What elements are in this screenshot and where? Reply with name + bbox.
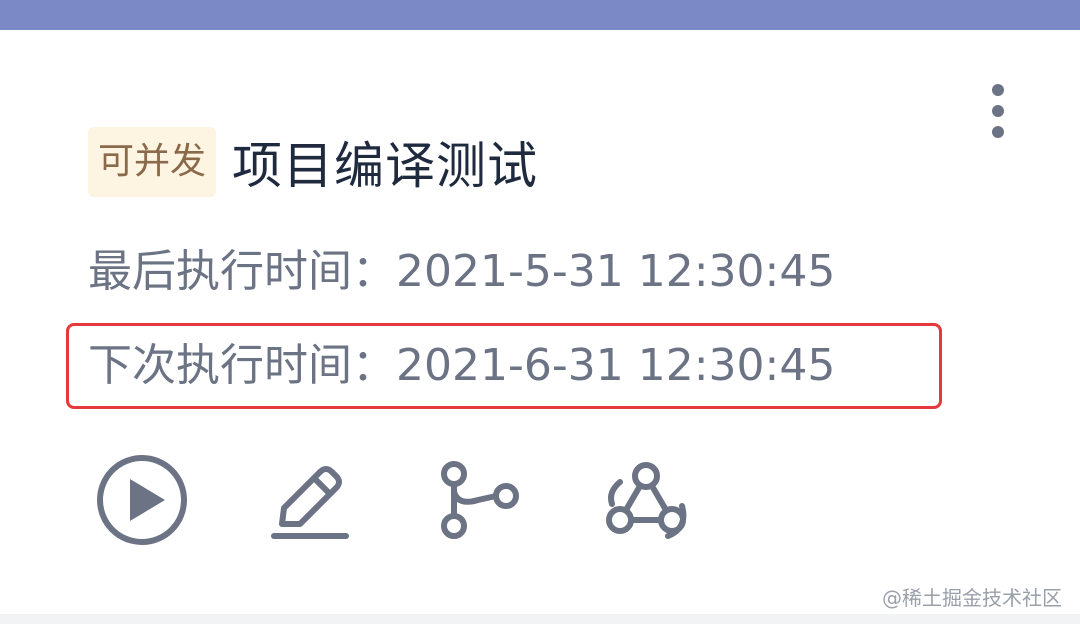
branch-button[interactable] (428, 452, 524, 548)
last-run-label: 最后执行时间： (88, 246, 396, 297)
task-card: 可并发 项目编译测试 最后执行时间：2021-5-31 12:30:45 下次执… (0, 0, 1080, 614)
next-run-time: 下次执行时间：2021-6-31 12:30:45 (88, 336, 835, 396)
last-run-time: 最后执行时间：2021-5-31 12:30:45 (88, 242, 835, 302)
more-vertical-icon (992, 105, 1004, 117)
task-title[interactable]: 项目编译测试 (232, 126, 538, 198)
card-top-accent-bar (0, 0, 1080, 30)
run-button[interactable] (94, 452, 190, 548)
play-icon (97, 455, 187, 545)
watermark: @稀土掘金技术社区 (882, 586, 1062, 610)
webhook-icon (606, 462, 687, 539)
last-run-value: 2021-5-31 12:30:45 (396, 246, 836, 297)
task-title-row: 可并发 项目编译测试 (88, 126, 538, 198)
edit-icon (271, 466, 349, 539)
more-vertical-icon (992, 126, 1004, 138)
more-options-button[interactable] (978, 78, 1018, 144)
more-vertical-icon (992, 84, 1004, 96)
edit-button[interactable] (262, 452, 358, 548)
next-run-value: 2021-6-31 12:30:45 (396, 340, 836, 391)
webhook-button[interactable] (598, 452, 694, 548)
concurrent-badge: 可并发 (88, 127, 217, 197)
branch-icon (441, 461, 519, 539)
next-run-label: 下次执行时间： (88, 340, 396, 391)
